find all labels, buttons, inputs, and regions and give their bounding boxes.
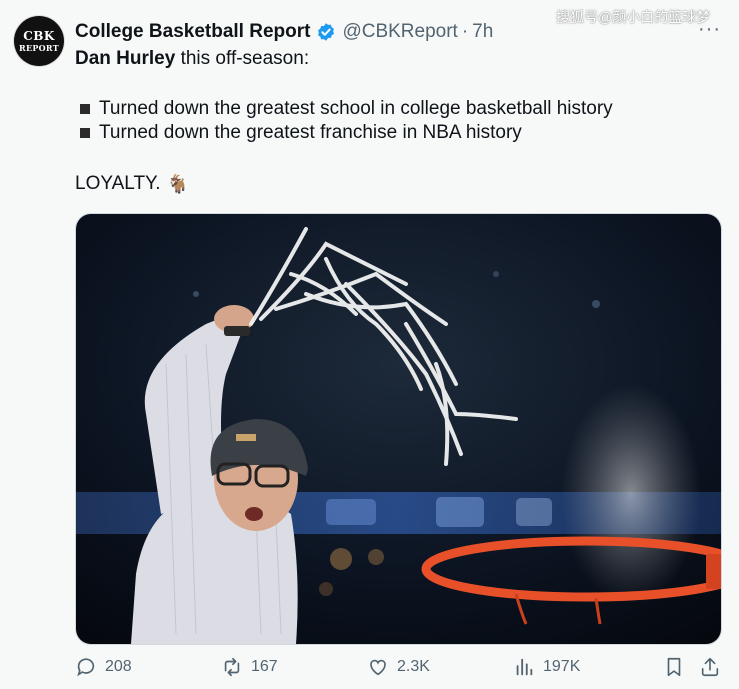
bullet-item: Turned down the greatest franchise in NB…: [80, 121, 522, 145]
like-button[interactable]: 2.3K: [367, 656, 430, 678]
bullet-square-icon: [80, 128, 90, 138]
bookmark-button[interactable]: [663, 656, 693, 678]
avatar-text-line2: REPORT: [19, 43, 59, 53]
bullet-square-icon: [80, 104, 90, 114]
share-button[interactable]: [699, 656, 729, 678]
user-handle[interactable]: @CBKReport: [342, 21, 457, 43]
repost-button[interactable]: 167: [221, 656, 278, 678]
tweet-line-1-rest: this off-season:: [175, 48, 310, 69]
reply-icon: [77, 658, 95, 677]
repost-icon: [224, 657, 240, 677]
display-name[interactable]: College Basketball Report: [75, 21, 310, 43]
watermark: 搜狐号@颜小白的篮球梦: [556, 9, 711, 25]
action-bar: 208 167 2.3K 197K: [75, 656, 720, 686]
tweet-line-1: Dan Hurley this off-season:: [75, 47, 309, 71]
views-count: 197K: [543, 658, 581, 675]
reply-count: 208: [105, 658, 132, 675]
photo-illustration: [76, 214, 721, 644]
views-icon: [516, 658, 533, 676]
loyalty-text: LOYALTY.: [75, 173, 161, 194]
more-icon[interactable]: ···: [698, 18, 721, 41]
mention-name: Dan Hurley: [75, 48, 176, 69]
bookmark-icon: [667, 657, 681, 677]
tweet-photo[interactable]: [75, 213, 722, 645]
verified-badge-icon: [318, 23, 335, 41]
reply-button[interactable]: 208: [75, 656, 132, 678]
goat-emoji-icon: 🐐: [166, 174, 189, 194]
post-time[interactable]: 7h: [472, 21, 493, 43]
tweet-card[interactable]: CBK REPORT College Basketball Report @CB…: [0, 0, 739, 689]
bullet-text: Turned down the greatest school in colle…: [99, 98, 613, 119]
like-count: 2.3K: [397, 658, 430, 675]
bullet-text: Turned down the greatest franchise in NB…: [99, 122, 522, 143]
tweet-header: College Basketball Report @CBKReport · 7…: [75, 20, 493, 44]
avatar[interactable]: CBK REPORT: [14, 16, 64, 66]
tweet-loyalty-line: LOYALTY. 🐐: [75, 172, 189, 196]
views-button[interactable]: 197K: [513, 656, 580, 678]
separator-dot: ·: [461, 21, 469, 42]
avatar-text-line1: CBK: [23, 29, 55, 43]
repost-count: 167: [251, 658, 278, 675]
bullet-item: Turned down the greatest school in colle…: [80, 97, 613, 121]
share-icon: [701, 657, 719, 677]
like-icon: [370, 659, 386, 676]
